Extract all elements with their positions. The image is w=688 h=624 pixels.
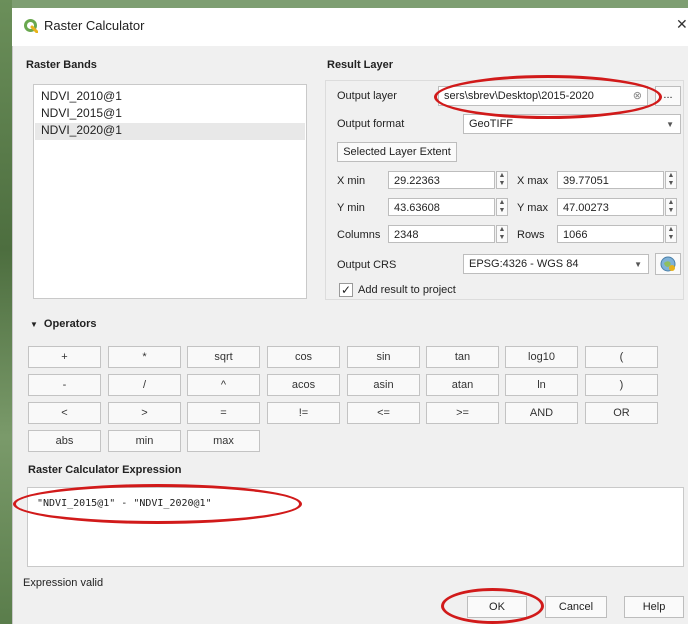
expression-status: Expression valid <box>23 577 104 589</box>
operator-button[interactable]: / <box>108 374 181 396</box>
operator-button[interactable]: ln <box>505 374 578 396</box>
operator-button[interactable]: min <box>108 430 181 452</box>
annotation-ellipse-ok <box>441 588 544 624</box>
add-result-checkbox[interactable]: ✓ <box>339 283 353 297</box>
ymax-spinner[interactable]: ▲ ▼ <box>665 198 677 216</box>
xmin-input[interactable]: 29.22363 <box>388 171 495 189</box>
background-map-edge <box>0 0 12 624</box>
operator-button[interactable]: + <box>28 346 101 368</box>
operator-button[interactable]: abs <box>28 430 101 452</box>
annotation-ellipse-expression <box>13 484 302 524</box>
xmin-spinner[interactable]: ▲ ▼ <box>496 171 508 189</box>
operator-button[interactable]: < <box>28 402 101 424</box>
list-item[interactable]: NDVI_2010@1 <box>41 89 122 103</box>
raster-bands-list[interactable]: NDVI_2010@1 NDVI_2015@1 NDVI_2020@1 <box>33 84 307 299</box>
columns-label: Columns <box>337 229 381 241</box>
output-crs-value: EPSG:4326 - WGS 84 <box>469 258 579 270</box>
output-format-value: GeoTIFF <box>469 118 514 130</box>
ymin-label: Y min <box>337 202 365 214</box>
rows-label: Rows <box>517 229 545 241</box>
operator-button[interactable]: sqrt <box>187 346 260 368</box>
columns-input[interactable]: 2348 <box>388 225 495 243</box>
list-item[interactable]: NDVI_2015@1 <box>41 106 122 120</box>
operator-button[interactable]: cos <box>267 346 340 368</box>
operator-button[interactable]: ^ <box>187 374 260 396</box>
collapse-arrow-icon[interactable]: ▼ <box>30 320 38 329</box>
xmin-label: X min <box>337 175 366 187</box>
columns-spinner[interactable]: ▲ ▼ <box>496 225 508 243</box>
close-icon[interactable]: ✕ <box>676 16 688 33</box>
operator-button[interactable]: log10 <box>505 346 578 368</box>
operator-button[interactable]: AND <box>505 402 578 424</box>
chevron-down-icon: ▼ <box>634 260 642 269</box>
annotation-ellipse-output <box>434 75 662 119</box>
operator-button[interactable]: ) <box>585 374 658 396</box>
rows-input[interactable]: 1066 <box>557 225 664 243</box>
ymin-input[interactable]: 43.63608 <box>388 198 495 216</box>
ymax-label: Y max <box>517 202 548 214</box>
rows-spinner[interactable]: ▲ ▼ <box>665 225 677 243</box>
raster-bands-heading: Raster Bands <box>26 59 97 71</box>
ymax-input[interactable]: 47.00273 <box>557 198 664 216</box>
output-crs-label: Output CRS <box>337 259 397 271</box>
globe-icon <box>660 256 676 272</box>
selected-layer-extent-button[interactable]: Selected Layer Extent <box>337 142 457 162</box>
operator-button[interactable]: ( <box>585 346 658 368</box>
output-format-label: Output format <box>337 118 405 130</box>
qgis-logo-icon <box>24 19 38 33</box>
output-crs-select[interactable]: EPSG:4326 - WGS 84 ▼ <box>463 254 649 274</box>
operator-button[interactable]: sin <box>347 346 420 368</box>
operator-button[interactable]: > <box>108 402 181 424</box>
operator-button[interactable]: <= <box>347 402 420 424</box>
xmax-label: X max <box>517 175 549 187</box>
operator-button[interactable]: * <box>108 346 181 368</box>
operator-button[interactable]: max <box>187 430 260 452</box>
operator-button[interactable]: acos <box>267 374 340 396</box>
add-result-label: Add result to project <box>358 284 456 296</box>
operator-button[interactable]: != <box>267 402 340 424</box>
expression-heading: Raster Calculator Expression <box>28 464 182 476</box>
cancel-button[interactable]: Cancel <box>545 596 607 618</box>
operator-button[interactable]: = <box>187 402 260 424</box>
result-layer-heading: Result Layer <box>327 59 394 71</box>
operators-heading: ▼ Operators <box>30 318 97 330</box>
output-layer-label: Output layer <box>337 90 397 102</box>
list-item[interactable]: NDVI_2020@1 <box>41 123 122 137</box>
help-button[interactable]: Help <box>624 596 684 618</box>
window-title: Raster Calculator <box>44 18 145 33</box>
chevron-down-icon: ▼ <box>666 120 674 129</box>
operator-button[interactable]: >= <box>426 402 499 424</box>
operator-button[interactable]: tan <box>426 346 499 368</box>
operator-button[interactable]: asin <box>347 374 420 396</box>
ymin-spinner[interactable]: ▲ ▼ <box>496 198 508 216</box>
operator-button[interactable]: atan <box>426 374 499 396</box>
xmax-spinner[interactable]: ▲ ▼ <box>665 171 677 189</box>
xmax-input[interactable]: 39.77051 <box>557 171 664 189</box>
crs-selector-button[interactable] <box>655 253 681 275</box>
operator-button[interactable]: - <box>28 374 101 396</box>
operator-button[interactable]: OR <box>585 402 658 424</box>
